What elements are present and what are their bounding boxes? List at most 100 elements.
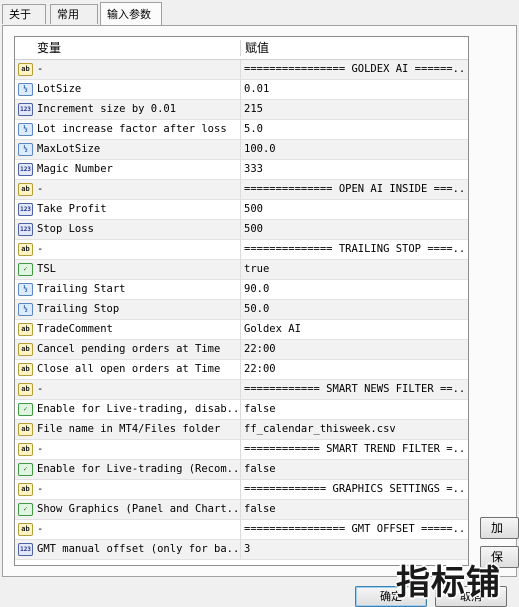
table-row[interactable]: ½ Trailing Start 90.0 [15,280,468,300]
param-value[interactable]: false [244,500,466,519]
param-name: Trailing Start [37,283,126,295]
param-value[interactable]: 0.01 [244,80,466,99]
table-row[interactable]: ab - ============== TRAILING STOP ====... [15,240,468,260]
param-name: TSL [37,263,56,275]
param-value[interactable]: Goldex AI [244,320,466,339]
param-name: Show Graphics (Panel and Chart... [37,503,237,515]
param-name: - [37,63,44,75]
parameters-table: 变量 赋值 ab - ================ GOLDEX AI ====… [14,36,469,566]
param-value[interactable]: false [244,460,466,479]
integer-param-icon: 123 [18,223,33,236]
param-name: Close all open orders at Time [37,363,221,375]
param-value[interactable]: 500 [244,200,466,219]
cell-divider [240,320,241,339]
param-name: - [37,183,44,195]
table-row[interactable]: ab TradeComment Goldex AI [15,320,468,340]
param-value[interactable]: 22:00 [244,340,466,359]
param-value[interactable]: 215 [244,100,466,119]
string-param-icon: ab [18,443,33,456]
table-row[interactable]: 123 Stop Loss 500 [15,220,468,240]
column-divider[interactable] [240,40,241,56]
table-row[interactable]: ✓ Enable for Live-trading (Recom... false [15,460,468,480]
table-row[interactable]: ab Close all open orders at Time 22:00 [15,360,468,380]
param-value[interactable]: ============= GRAPHICS SETTINGS =... [244,480,466,499]
param-value[interactable]: ============ SMART NEWS FILTER ==... [244,380,466,399]
integer-param-icon: 123 [18,543,33,556]
param-value[interactable]: ================ GOLDEX AI ======... [244,60,466,79]
table-row[interactable]: ½ Trailing Stop 50.0 [15,300,468,320]
cell-divider [240,380,241,399]
double-param-icon: ½ [18,123,33,136]
watermark-logo: 指标铺 [396,563,501,603]
table-row[interactable]: ab Cancel pending orders at Time 22:00 [15,340,468,360]
tab-inputs[interactable]: 输入参数 [100,2,162,26]
table-row[interactable]: ab - ================ GMT OFFSET =====... [15,520,468,540]
table-row[interactable]: ab - ============= GRAPHICS SETTINGS =... [15,480,468,500]
string-param-icon: ab [18,363,33,376]
table-row[interactable]: 123 GMT manual offset (only for ba... 3 [15,540,468,560]
cell-divider [240,340,241,359]
param-name: LotSize [37,83,82,95]
cell-divider [240,160,241,179]
param-name: - [37,243,44,255]
bool-param-icon: ✓ [18,503,33,516]
string-param-icon: ab [18,63,33,76]
param-name: GMT manual offset (only for ba... [37,543,237,555]
param-value[interactable]: 90.0 [244,280,466,299]
table-row[interactable]: ab - ============ SMART TREND FILTER =... [15,440,468,460]
table-row[interactable]: 123 Magic Number 333 [15,160,468,180]
table-row[interactable]: ab - ============ SMART NEWS FILTER ==... [15,380,468,400]
tab-about[interactable]: 关于 [2,4,46,24]
string-param-icon: ab [18,523,33,536]
cell-divider [240,480,241,499]
table-row[interactable]: ½ Lot increase factor after loss 5.0 [15,120,468,140]
param-value[interactable]: true [244,260,466,279]
table-row[interactable]: ✓ Enable for Live-trading, disab... false [15,400,468,420]
column-header-value[interactable]: 赋值 [245,37,269,59]
param-value[interactable]: false [244,400,466,419]
table-row[interactable]: 123 Increment size by 0.01 215 [15,100,468,120]
string-param-icon: ab [18,243,33,256]
table-row[interactable]: ✓ Show Graphics (Panel and Chart... false [15,500,468,520]
cell-divider [240,200,241,219]
cell-divider [240,440,241,459]
param-value[interactable]: 22:00 [244,360,466,379]
table-row[interactable]: ab - ============== OPEN AI INSIDE ===... [15,180,468,200]
param-name: TradeComment [37,323,113,335]
param-value[interactable]: 333 [244,160,466,179]
table-row[interactable]: ½ LotSize 0.01 [15,80,468,100]
table-row[interactable]: ab File name in MT4/Files folder ff_calend… [15,420,468,440]
tab-strip: 关于 常用 输入参数 [0,0,519,26]
tab-common[interactable]: 常用 [50,4,98,24]
cell-divider [240,520,241,539]
string-param-icon: ab [18,323,33,336]
table-row[interactable]: ✓ TSL true [15,260,468,280]
param-value[interactable]: ============ SMART TREND FILTER =... [244,440,466,459]
param-value[interactable]: ============== OPEN AI INSIDE ===... [244,180,466,199]
param-value[interactable]: ============== TRAILING STOP ====... [244,240,466,259]
param-name: File name in MT4/Files folder [37,423,221,435]
param-value[interactable]: 100.0 [244,140,466,159]
param-name: Stop Loss [37,223,94,235]
param-value[interactable]: 50.0 [244,300,466,319]
param-value[interactable]: ================ GMT OFFSET =====... [244,520,466,539]
table-row[interactable]: 123 Take Profit 500 [15,200,468,220]
cell-divider [240,100,241,119]
param-value[interactable]: ff_calendar_thisweek.csv [244,420,466,439]
column-header-variable[interactable]: 变量 [37,37,61,59]
param-value[interactable]: 500 [244,220,466,239]
integer-param-icon: 123 [18,163,33,176]
double-param-icon: ½ [18,283,33,296]
param-value[interactable]: 5.0 [244,120,466,139]
cell-divider [240,180,241,199]
param-name: Cancel pending orders at Time [37,343,221,355]
string-param-icon: ab [18,423,33,436]
double-param-icon: ½ [18,83,33,96]
table-row[interactable]: ½ MaxLotSize 100.0 [15,140,468,160]
param-name: Magic Number [37,163,113,175]
param-value[interactable]: 3 [244,540,466,559]
param-name: - [37,443,44,455]
load-button[interactable]: 加 [480,517,519,539]
double-param-icon: ½ [18,143,33,156]
table-row[interactable]: ab - ================ GOLDEX AI ======... [15,60,468,80]
